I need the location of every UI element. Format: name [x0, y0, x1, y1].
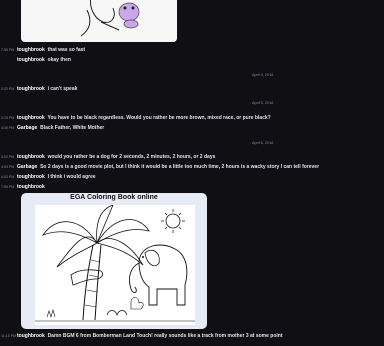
coloring-page-image [35, 204, 195, 325]
message-text: You have to be black regardless. Would y… [47, 115, 271, 121]
message-row: 4:15 PM toughbrook You have to be black … [0, 113, 384, 123]
message-text: I think i would agree [47, 174, 96, 180]
image-attachment-ega[interactable]: EGA Coloring Book online [21, 193, 207, 329]
message-text: that was so fast [47, 47, 86, 53]
message-text: would you rather be a dog for 2 seconds,… [47, 154, 216, 160]
message-text: i can't speak [47, 86, 78, 92]
date-divider: April 5, 2016 [252, 101, 274, 105]
message-author[interactable]: toughbrook Damn BGM 6 from Bomberman Lan… [17, 331, 283, 341]
message-author[interactable]: Garbage So 2 days is a good movie plot, … [17, 162, 319, 172]
message-text: So 2 days is a good movie plot, but I th… [40, 164, 320, 170]
message-time: 4:02 PM [1, 155, 15, 159]
chat-log: 7:55 PM toughbrook that was so fast toug… [0, 0, 384, 346]
attachment-title: EGA Coloring Book online [70, 194, 158, 201]
message-author[interactable]: toughbrook i can't speak [17, 84, 77, 94]
message-author[interactable]: Garbage Black Father, White Mother [17, 123, 104, 133]
date-divider: April 6, 2016 [252, 141, 274, 145]
message-row: 2:32 PM toughbrook i can't speak [0, 84, 384, 94]
message-author[interactable]: toughbrook [17, 182, 45, 192]
image-attachment-top[interactable] [21, 0, 177, 42]
message-time: 4:03 PM [1, 165, 15, 169]
message-row: toughbrook okay then [0, 55, 384, 65]
message-row: 4:30 PM Garbage Black Father, White Moth… [0, 123, 384, 133]
message-text: Black Father, White Mother [40, 125, 105, 131]
message-row: 7:55 PM toughbrook that was so fast [0, 45, 384, 55]
coloring-drawing [35, 204, 195, 325]
drawing-image [21, 0, 177, 42]
message-author[interactable]: toughbrook okay then [17, 55, 71, 65]
message-time: 4:15 PM [1, 116, 15, 120]
message-text: okay then [47, 57, 71, 63]
message-time: 7:55 PM [1, 48, 15, 52]
message-author[interactable]: toughbrook that was so fast [17, 45, 85, 55]
message-author[interactable]: toughbrook You have to be black regardle… [17, 113, 271, 123]
message-row: 4:02 PM toughbrook would you rather be a… [0, 152, 384, 162]
message-time: 2:32 PM [1, 87, 15, 91]
message-text: Damn BGM 6 from Bomberman Land Touch! re… [47, 333, 283, 339]
message-time: 4:30 PM [1, 126, 15, 130]
message-time: 11:15 PM [1, 334, 17, 338]
date-divider: April 4, 2016 [252, 73, 274, 77]
message-time: 7:59 PM [1, 185, 15, 189]
message-row: 7:59 PM toughbrook [0, 182, 384, 192]
message-time: 4:03 PM [1, 175, 15, 179]
message-author[interactable]: toughbrook I think i would agree [17, 172, 96, 182]
message-row: 11:15 PM toughbrook Damn BGM 6 from Bomb… [0, 331, 384, 341]
message-row: 4:03 PM Garbage So 2 days is a good movi… [0, 162, 384, 172]
message-row: 4:03 PM toughbrook I think i would agree [0, 172, 384, 182]
message-author[interactable]: toughbrook would you rather be a dog for… [17, 152, 215, 162]
